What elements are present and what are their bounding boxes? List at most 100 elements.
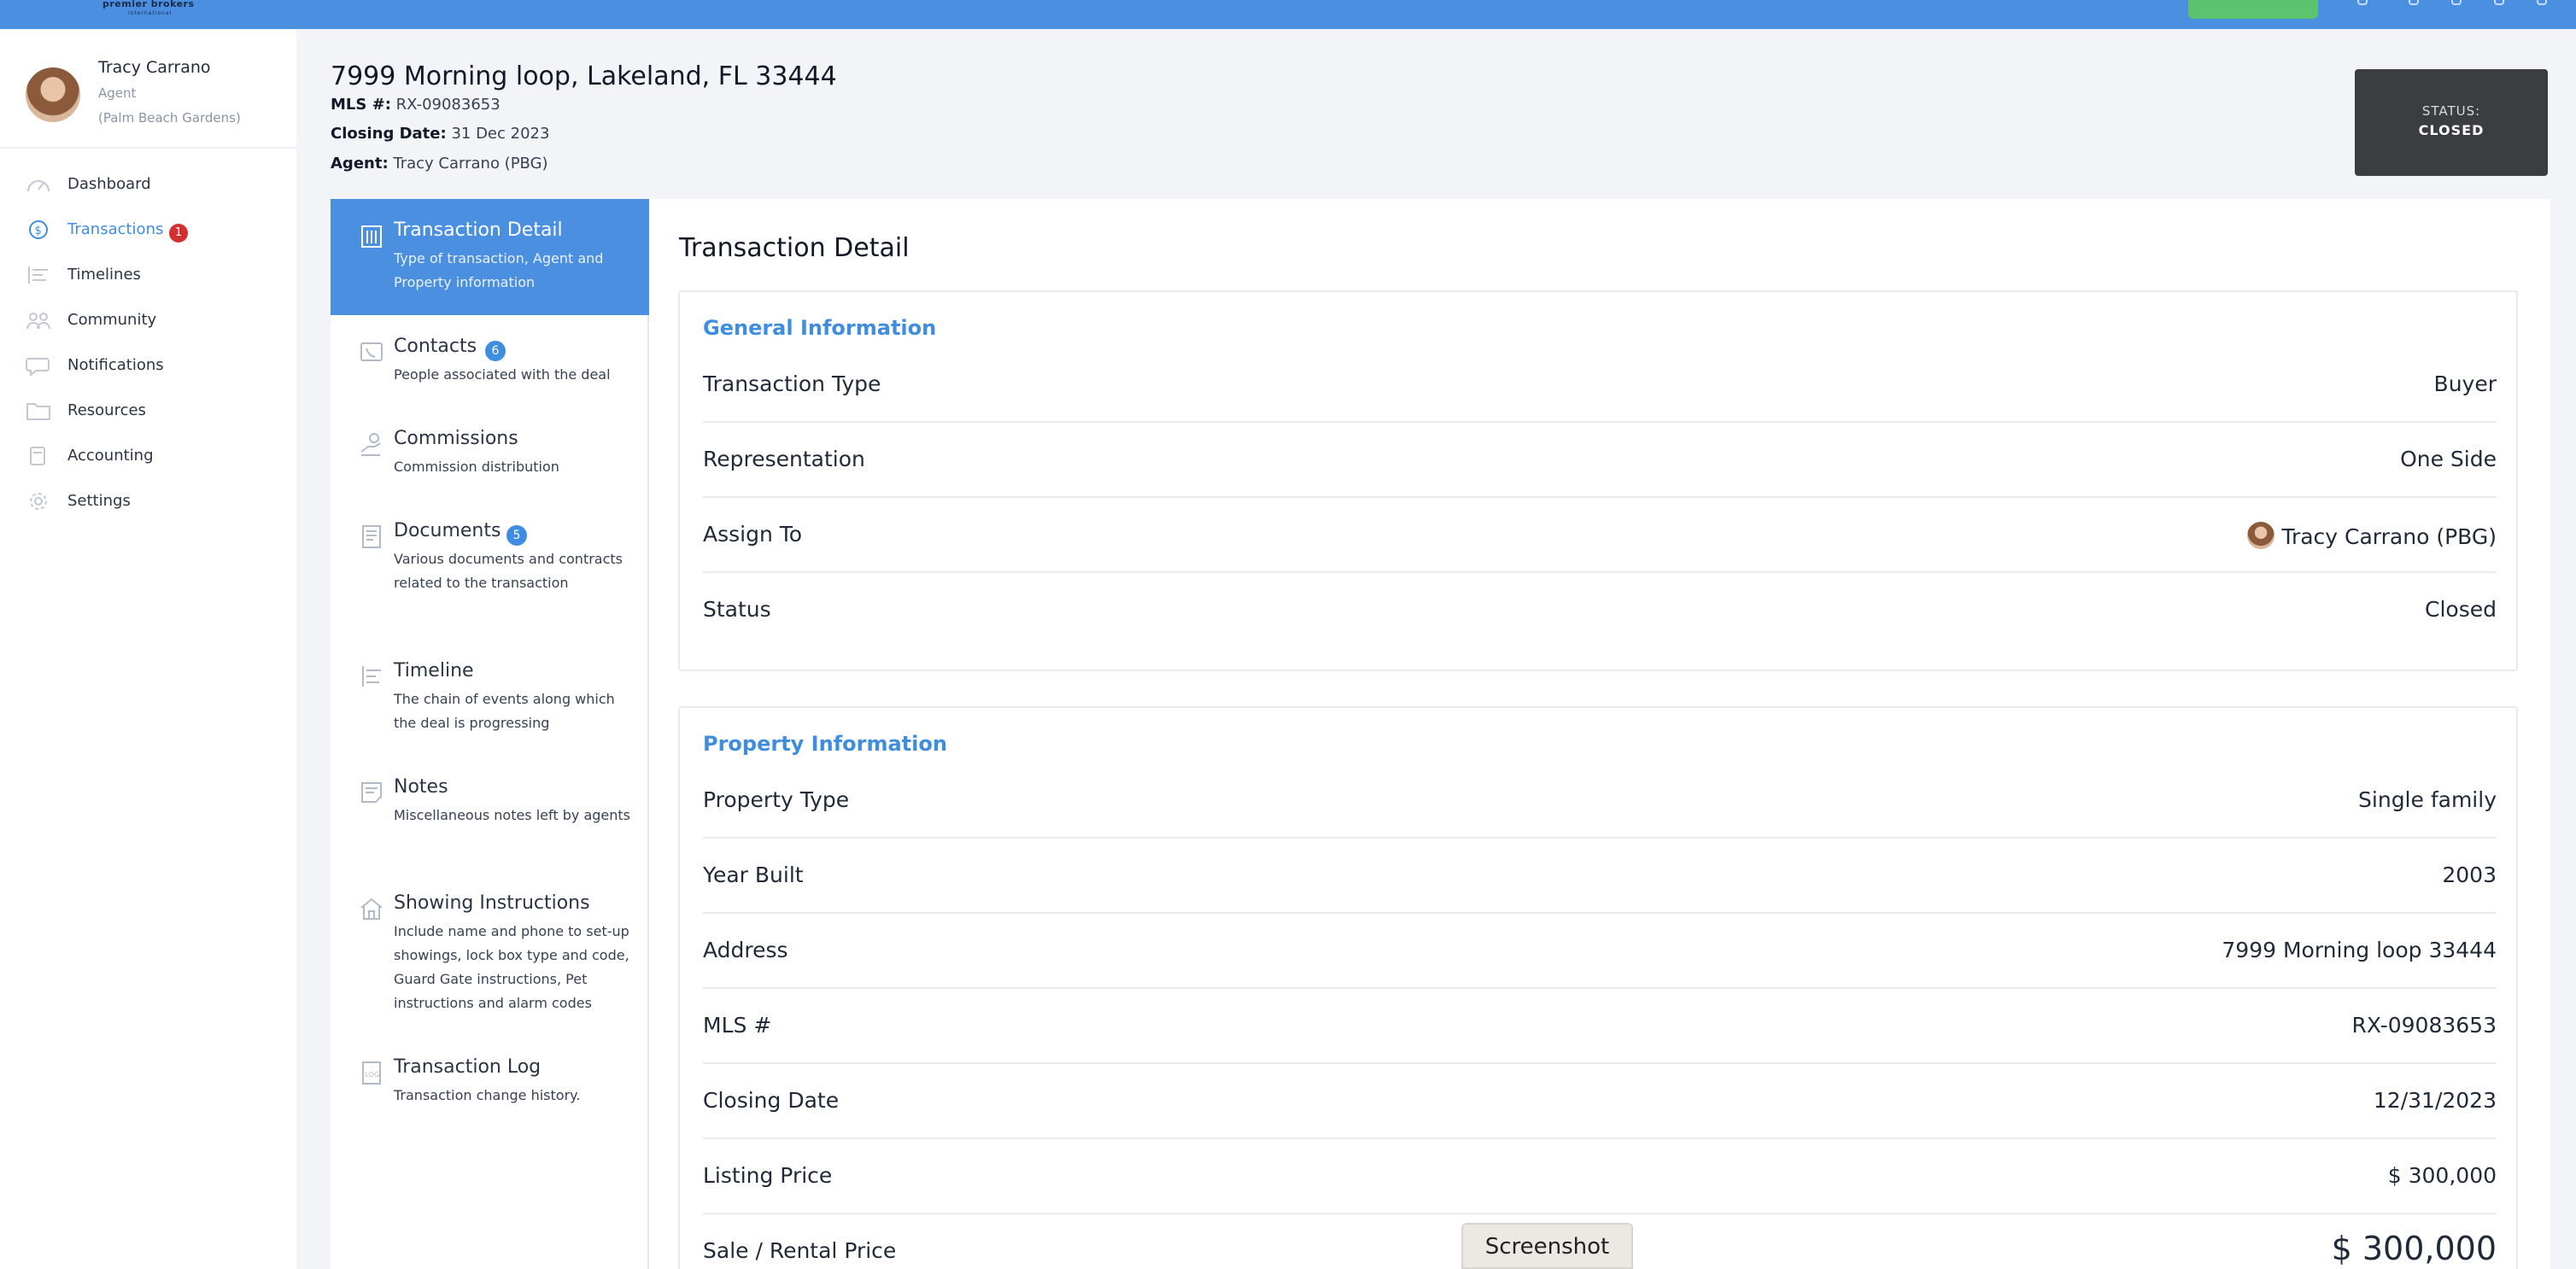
timeline-icon (26, 265, 51, 285)
top-action-button[interactable] (2188, 0, 2318, 19)
tab-notes[interactable]: Notes Miscellaneous notes left by agents (331, 756, 649, 872)
user-profile[interactable]: Tracy Carrano Agent (Palm Beach Gardens) (0, 29, 296, 149)
tab-showing-instructions[interactable]: Showing Instructions Include name and ph… (331, 872, 649, 1036)
row-label: Transaction Type (703, 371, 881, 396)
detail-tabs: Transaction Detail Type of transaction, … (331, 199, 649, 1269)
detail-row: Transaction Type Buyer (703, 348, 2497, 423)
row-value: Closed (2425, 597, 2497, 622)
tab-title: Contacts (394, 336, 477, 357)
detail-row: Assign To Tracy Carrano (PBG) (703, 498, 2497, 573)
folder-icon (26, 401, 51, 421)
row-value: $ 300,000 (2331, 1230, 2497, 1267)
hand-money-icon (359, 431, 384, 457)
tab-description: Transaction change history. (394, 1087, 581, 1103)
sidebar-item-label: Timelines (67, 266, 141, 284)
svg-text:$: $ (35, 225, 42, 237)
main-content: Transaction Detail General Information T… (649, 199, 2550, 1269)
row-label: Listing Price (703, 1163, 833, 1188)
tab-contacts[interactable]: Contacts 6 People associated with the de… (331, 315, 649, 407)
gear-icon (26, 491, 51, 512)
sidebar-item-label: Dashboard (67, 175, 151, 193)
row-value: 12/31/2023 (2373, 1088, 2497, 1113)
top-bar: premier brokers international (0, 0, 2576, 29)
chat-bubble-icon (26, 355, 51, 377)
detail-row: Closing Date 12/31/2023 (703, 1064, 2497, 1139)
section-title: Transaction Detail (679, 233, 910, 263)
mls-label: MLS #: (331, 96, 391, 114)
row-label: Representation (703, 447, 865, 471)
tab-description: The chain of events along which the deal… (394, 691, 615, 731)
detail-row: Year Built 2003 (703, 839, 2497, 914)
dollar-cycle-icon: $ (26, 219, 51, 240)
brand-logo-text: premier brokers (102, 0, 195, 9)
top-icon-group (2357, 0, 2562, 7)
closing-value: 31 Dec 2023 (451, 125, 550, 143)
row-value: $ 300,000 (2387, 1163, 2497, 1188)
calculator-icon (26, 446, 51, 466)
mls-number: MLS #: RX-09083653 (331, 96, 501, 114)
top-icon[interactable] (2357, 0, 2368, 5)
svg-text:LOG: LOG (366, 1071, 380, 1079)
detail-row: Address 7999 Morning loop 33444 (703, 914, 2497, 989)
detail-row: Representation One Side (703, 423, 2497, 498)
status-value: CLOSED (2418, 122, 2485, 138)
contacts-count-badge: 6 (485, 341, 506, 361)
sidebar-item-transactions[interactable]: $ Transactions 1 (0, 207, 296, 252)
tab-transaction-log[interactable]: LOG Transaction Log Transaction change h… (331, 1036, 649, 1128)
people-icon (26, 310, 51, 330)
row-value: One Side (2400, 447, 2497, 471)
sidebar-item-label: Transactions (67, 220, 164, 238)
timeline-icon (359, 664, 384, 689)
tab-timeline[interactable]: Timeline The chain of events along which… (331, 640, 649, 756)
status-badge: STATUS: CLOSED (2355, 69, 2548, 176)
closing-date: Closing Date: 31 Dec 2023 (331, 125, 549, 143)
sidebar-item-label: Notifications (67, 356, 164, 374)
detail-row: MLS # RX-09083653 (703, 989, 2497, 1064)
sidebar-item-notifications[interactable]: Notifications (0, 342, 296, 388)
page-title: 7999 Morning loop, Lakeland, FL 33444 (331, 61, 837, 91)
tab-transaction-detail[interactable]: Transaction Detail Type of transaction, … (331, 199, 649, 315)
document-icon (359, 523, 384, 549)
sidebar-item-community[interactable]: Community (0, 297, 296, 342)
log-icon: LOG (359, 1060, 384, 1085)
top-icon[interactable] (2537, 0, 2547, 5)
sidebar-item-dashboard[interactable]: Dashboard (0, 161, 296, 207)
row-label: Assign To (703, 522, 803, 547)
brand-logo[interactable]: premier brokers international (102, 0, 196, 17)
sidebar-item-resources[interactable]: Resources (0, 388, 296, 433)
sidebar-item-timelines[interactable]: Timelines (0, 252, 296, 297)
top-icon[interactable] (2409, 0, 2419, 5)
tab-description: Include name and phone to set-up showing… (394, 923, 629, 1011)
agent-value: Tracy Carrano (PBG) (393, 155, 548, 173)
detail-row: Listing Price $ 300,000 (703, 1139, 2497, 1214)
avatar (26, 67, 80, 122)
tab-title: Showing Instructions (394, 892, 590, 914)
sidebar-item-label: Accounting (67, 447, 154, 465)
phone-icon (359, 339, 384, 365)
top-icon[interactable] (2451, 0, 2462, 5)
tab-description: People associated with the deal (394, 366, 611, 383)
tab-documents[interactable]: Documents 5 Various documents and contra… (331, 500, 649, 640)
row-label: MLS # (703, 1013, 772, 1038)
top-icon[interactable] (2494, 0, 2504, 5)
card-title: General Information (703, 316, 937, 340)
row-value: 7999 Morning loop 33444 (2222, 938, 2497, 962)
agent-label: Agent: (331, 155, 389, 173)
house-icon (359, 896, 384, 921)
row-value: 2003 (2442, 863, 2497, 887)
tab-title: Notes (394, 776, 448, 798)
detail-row: Status Closed (703, 573, 2497, 648)
tab-description: Various documents and contracts related … (394, 551, 624, 591)
general-information-card: General Information Transaction Type Buy… (678, 290, 2518, 671)
closing-label: Closing Date: (331, 125, 447, 143)
tab-commissions[interactable]: Commissions Commission distribution (331, 407, 649, 500)
tab-title: Timeline (394, 660, 474, 681)
assignee[interactable]: Tracy Carrano (PBG) (2247, 522, 2497, 549)
status-label: STATUS: (2421, 103, 2481, 119)
detail-row: Property Type Single family (703, 763, 2497, 839)
sidebar-item-accounting[interactable]: Accounting (0, 433, 296, 478)
sidebar-item-label: Resources (67, 401, 146, 419)
property-information-card: Property Information Property Type Singl… (678, 706, 2518, 1269)
user-name: Tracy Carrano (98, 58, 211, 77)
sidebar-item-settings[interactable]: Settings (0, 478, 296, 523)
